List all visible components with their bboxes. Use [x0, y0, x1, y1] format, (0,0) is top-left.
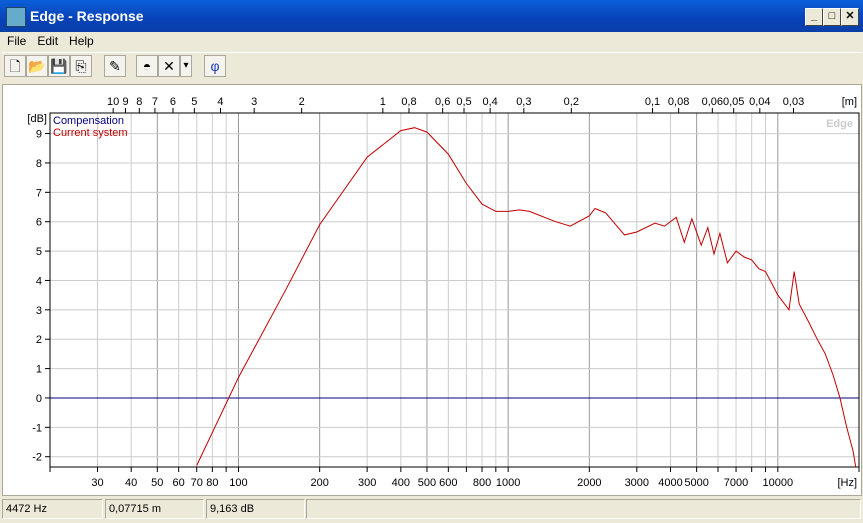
y-tick-label: 5: [36, 246, 42, 258]
x-tick-label: 100: [229, 477, 247, 489]
top-tick-label: 0,04: [749, 96, 770, 108]
y-tick-label: 2: [36, 334, 42, 346]
legend-compensation: Compensation: [53, 115, 124, 127]
close-button[interactable]: ✕: [841, 8, 859, 26]
menu-file[interactable]: File: [0, 32, 30, 48]
y-tick-label: 1: [36, 364, 42, 376]
series-current-system: [196, 127, 857, 467]
top-tick-label: 7: [152, 96, 158, 108]
top-tick-label: 0,8: [401, 96, 416, 108]
save-icon[interactable]: 💾: [48, 55, 70, 77]
y-tick-label: 3: [36, 305, 42, 317]
x-tick-label: 800: [473, 477, 491, 489]
x-tick-label: 30: [91, 477, 103, 489]
x-tick-label: 200: [310, 477, 328, 489]
x-tick-label: 2000: [577, 477, 601, 489]
open-folder-icon[interactable]: 📂: [26, 55, 48, 77]
x-tick-label: 7000: [724, 477, 748, 489]
top-tick-label: 9: [122, 96, 128, 108]
status-frequency: 4472 Hz: [2, 499, 103, 519]
x-tick-label: 600: [439, 477, 457, 489]
status-level: 9,163 dB: [206, 499, 305, 519]
top-tick-label: 0,6: [435, 96, 450, 108]
top-tick-label: 8: [136, 96, 142, 108]
copy-icon[interactable]: ⎘: [70, 55, 92, 77]
y-tick-label: 9: [36, 129, 42, 141]
menu-help[interactable]: Help: [62, 32, 98, 48]
top-tick-label: 6: [170, 96, 176, 108]
minimize-button[interactable]: _: [805, 8, 823, 26]
top-tick-label: 2: [299, 96, 305, 108]
new-file-icon[interactable]: 🗋: [4, 55, 26, 77]
app-icon: [6, 7, 26, 27]
x-tick-label: 1000: [496, 477, 520, 489]
top-tick-label: 4: [217, 96, 223, 108]
top-tick-label: 10: [107, 96, 119, 108]
x-tick-label: 300: [358, 477, 376, 489]
y-tick-label: -1: [32, 422, 42, 434]
x-tick-label: 40: [125, 477, 137, 489]
y-tick-label: 0: [36, 393, 42, 405]
top-tick-label: 0,03: [783, 96, 804, 108]
menu-bar: File Edit Help: [0, 32, 863, 50]
top-tick-label: 1: [380, 96, 386, 108]
chart-svg: -2-1012345678930 40 50 60 70 80 100 200 300 400 50…: [27, 96, 860, 489]
x-tick-label: 500: [418, 477, 436, 489]
status-empty: [306, 499, 861, 519]
x-tick-label: 400: [392, 477, 410, 489]
y-tick-label: -2: [32, 452, 42, 464]
maximize-button[interactable]: □: [823, 8, 841, 26]
x-tick-label: 5000: [684, 477, 708, 489]
top-tick-label: 5: [191, 96, 197, 108]
window-title: Edge - Response: [30, 8, 144, 24]
legend-current-system: Current system: [53, 127, 128, 139]
top-axis-unit: [m]: [842, 96, 857, 108]
menu-edit[interactable]: Edit: [30, 32, 62, 48]
top-tick-label: 3: [251, 96, 257, 108]
dropdown-arrow-icon[interactable]: ▾: [180, 55, 192, 77]
top-tick-label: 0,5: [456, 96, 471, 108]
y-tick-label: 4: [36, 275, 42, 287]
plot-frame: [49, 112, 860, 468]
x-tick-label: 4000: [658, 477, 682, 489]
x-tick-label: 60: [173, 477, 185, 489]
y-axis-unit: [dB]: [27, 113, 47, 125]
top-tick-label: 0,4: [483, 96, 498, 108]
watermark: Edge: [826, 118, 853, 130]
x-tick-label: 3000: [625, 477, 649, 489]
x-tick-label: 50: [151, 477, 163, 489]
title-bar: Edge - Response _ □ ✕: [0, 0, 863, 32]
y-tick-label: 8: [36, 158, 42, 170]
phase-icon[interactable]: φ: [204, 55, 226, 77]
top-tick-label: 0,1: [645, 96, 660, 108]
response-plot[interactable]: -2 -1 0 1 2 3 4 5 6 7 8 9 30 40 50 60 70 80 100 200 300 400 50…: [2, 84, 862, 496]
status-bar: 4472 Hz 0,07715 m 9,163 dB: [0, 498, 863, 520]
x-tick-label: 70: [191, 477, 203, 489]
top-tick-label: 0,3: [516, 96, 531, 108]
dome-icon[interactable]: ◓: [136, 55, 158, 77]
delete-icon[interactable]: ✕: [158, 55, 180, 77]
top-tick-label: 0,08: [668, 96, 689, 108]
toolbar: 🗋 📂 💾 ⎘ ✎ ◓ ✕ ▾ φ: [2, 52, 862, 79]
status-wavelength: 0,07715 m: [105, 499, 204, 519]
top-tick-label: 0,2: [564, 96, 579, 108]
x-tick-label: 10000: [763, 477, 794, 489]
top-tick-label: 0,06: [702, 96, 723, 108]
x-tick-label: 80: [206, 477, 218, 489]
x-axis-unit: [Hz]: [837, 477, 857, 489]
y-tick-label: 6: [36, 217, 42, 229]
pencil-icon[interactable]: ✎: [104, 55, 126, 77]
top-tick-label: 0,05: [723, 96, 744, 108]
y-tick-label: 7: [36, 187, 42, 199]
